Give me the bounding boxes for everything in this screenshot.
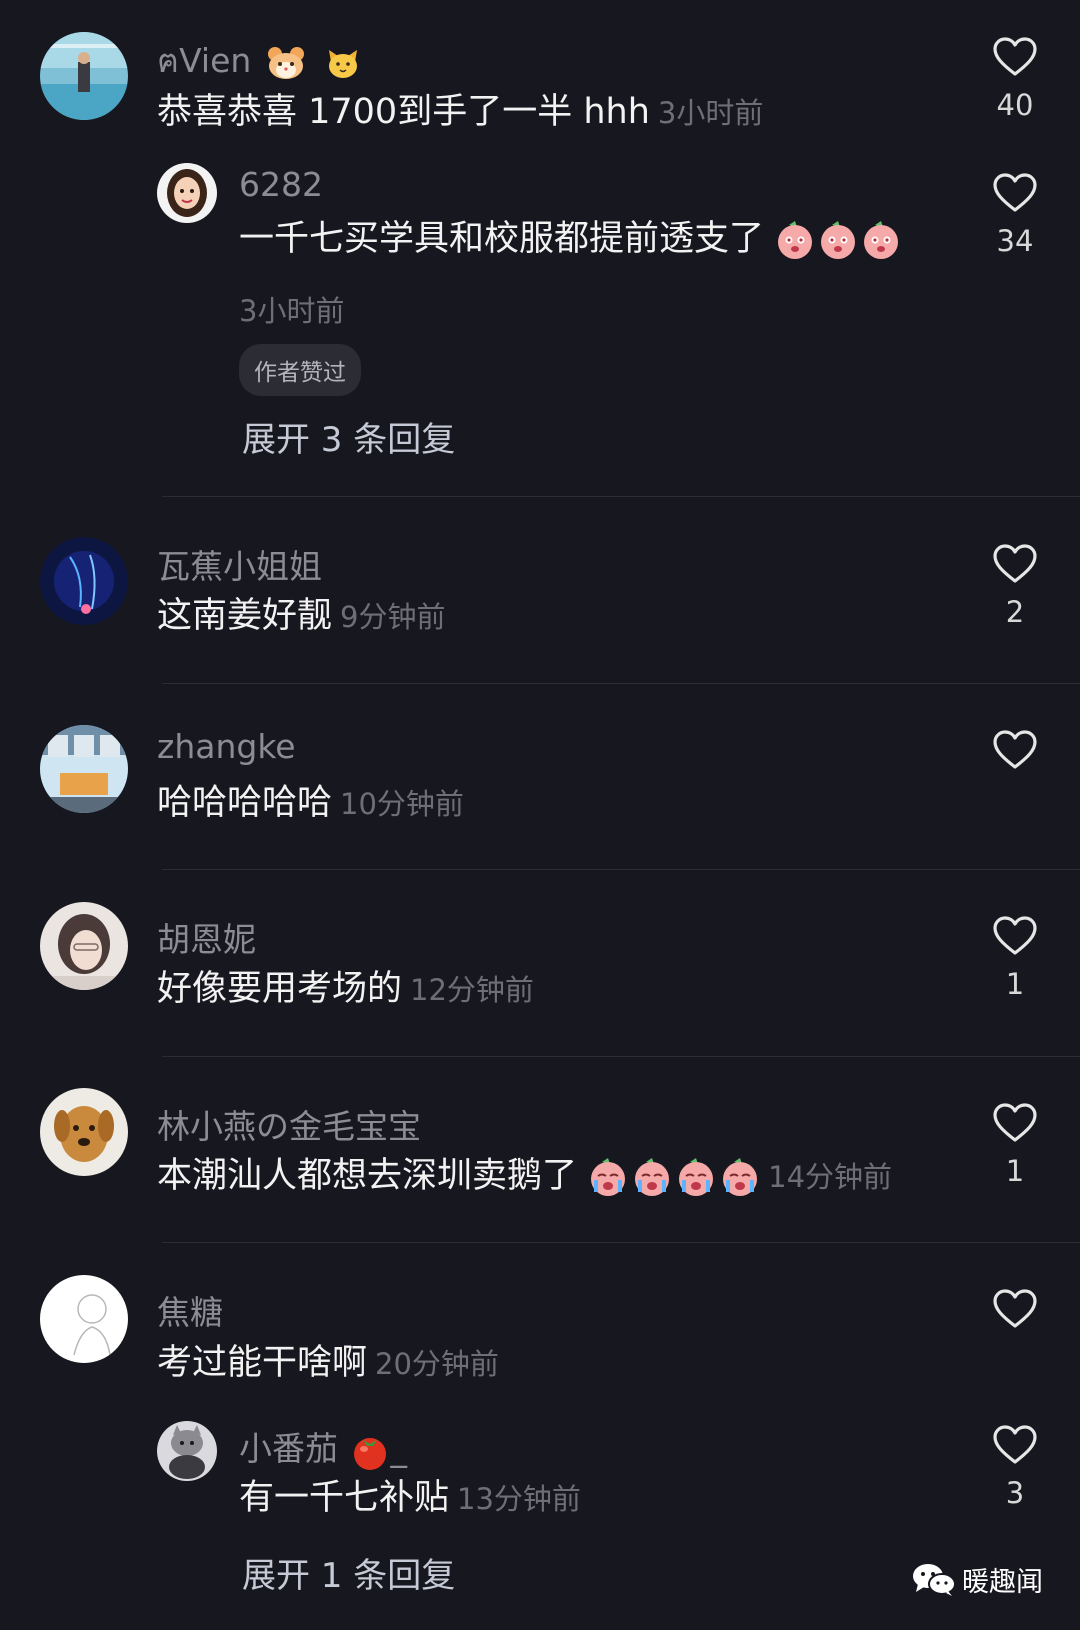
- comment-username[interactable]: 林小燕の金毛宝宝: [157, 1100, 421, 1148]
- comment-text[interactable]: 这南姜好靓 9分钟前: [157, 594, 445, 639]
- comment-body: 考过能干啥啊: [157, 1343, 368, 1383]
- comment-time: 20分钟前: [375, 1347, 499, 1381]
- comment-text[interactable]: 好像要用考场的 12分钟前: [157, 967, 534, 1012]
- comment-username[interactable]: zhangke: [157, 727, 296, 766]
- like-count: 1: [1005, 967, 1025, 1001]
- heart-outline-icon: [993, 1103, 1037, 1142]
- like-count: 2: [1005, 595, 1025, 629]
- avatar[interactable]: [157, 163, 217, 223]
- cat-emoji: [326, 46, 360, 80]
- heart-outline-icon: [993, 37, 1037, 76]
- reply-body: 有一千七补贴: [239, 1478, 450, 1518]
- heart-outline-icon: [993, 1289, 1037, 1328]
- hamster-emoji: [266, 45, 306, 81]
- comment-username[interactable]: 焦糖: [157, 1286, 223, 1334]
- author-liked-badge: 作者赞过: [239, 344, 361, 396]
- like-button[interactable]: 34: [990, 172, 1040, 258]
- comment-text[interactable]: 恭喜恭喜 1700到手了一半 hhh 3小时前: [157, 90, 763, 135]
- reply-username-text[interactable]: 小番茄: [239, 1429, 338, 1468]
- expand-replies-button[interactable]: 展开 1 条回复: [242, 1548, 455, 1597]
- expand-replies-button[interactable]: 展开 3 条回复: [242, 412, 455, 461]
- like-count: 34: [996, 224, 1034, 258]
- avatar[interactable]: [157, 1421, 217, 1481]
- like-button[interactable]: 3: [990, 1424, 1040, 1510]
- like-button[interactable]: 1: [990, 1102, 1040, 1188]
- reply-body: 一千七买学具和校服都提前透支了: [239, 219, 765, 259]
- comment-text[interactable]: 哈哈哈哈哈 10分钟前: [157, 781, 464, 826]
- heart-outline-icon: [993, 916, 1037, 955]
- divider: [162, 683, 1080, 684]
- comment-body: 哈哈哈哈哈: [157, 783, 333, 823]
- reply-username[interactable]: 小番茄 _: [239, 1422, 407, 1471]
- reply-text[interactable]: 一千七买学具和校服都提前透支了: [239, 217, 903, 261]
- like-count: 1: [1005, 1154, 1025, 1188]
- avatar[interactable]: [40, 1275, 128, 1363]
- avatar[interactable]: [40, 1088, 128, 1176]
- comment-username[interactable]: 瓦蕉小姐姐: [157, 540, 322, 588]
- heart-outline-icon: [993, 544, 1037, 583]
- peach-emoji: [775, 219, 903, 261]
- wechat-icon: [912, 1562, 956, 1598]
- comment-text[interactable]: 考过能干啥啊 20分钟前: [157, 1341, 499, 1386]
- comment-time: 9分钟前: [340, 600, 446, 634]
- like-count: 40: [996, 88, 1034, 122]
- username-text[interactable]: ฅVien: [157, 41, 251, 80]
- crying-peach-emoji: [588, 1156, 760, 1198]
- comment-time: 12分钟前: [410, 973, 534, 1007]
- comment-time: 14分钟前: [768, 1160, 893, 1194]
- comment-body: 这南姜好靓: [157, 596, 333, 636]
- reply-text[interactable]: 有一千七补贴 13分钟前: [239, 1476, 581, 1521]
- like-button[interactable]: [990, 1288, 1040, 1340]
- comment-username[interactable]: 胡恩妮: [157, 913, 256, 961]
- comment-username[interactable]: ฅVien: [157, 34, 360, 87]
- comment-time: 3小时前: [657, 96, 764, 130]
- avatar[interactable]: [40, 537, 128, 625]
- avatar[interactable]: [40, 725, 128, 813]
- comment-list: ฅVien 恭喜恭喜 1700到手了一半 hhh 3小时前 40 6282 一千…: [0, 0, 1080, 1630]
- comment-body: 好像要用考场的: [157, 969, 403, 1009]
- comment-body: 恭喜恭喜 1700到手了一半 hhh: [157, 92, 650, 132]
- divider: [162, 869, 1080, 870]
- comment-text[interactable]: 本潮汕人都想去深圳卖鹅了 14分钟前: [157, 1154, 892, 1199]
- heart-outline-icon: [993, 1425, 1037, 1464]
- like-button[interactable]: [990, 729, 1040, 781]
- tomato-emoji: [349, 1431, 391, 1471]
- avatar[interactable]: [40, 32, 128, 120]
- divider: [162, 1242, 1080, 1243]
- divider: [162, 1056, 1080, 1057]
- comment-time: 10分钟前: [340, 787, 464, 821]
- comment-body: 本潮汕人都想去深圳卖鹅了: [157, 1156, 578, 1196]
- reply-username[interactable]: 6282: [239, 165, 323, 204]
- reply-time: 3小时前: [239, 294, 345, 328]
- avatar[interactable]: [40, 902, 128, 990]
- watermark: 暖趣闻: [912, 1560, 1043, 1599]
- reply-time: 13分钟前: [457, 1482, 581, 1516]
- like-button[interactable]: 40: [990, 36, 1040, 122]
- like-count: 3: [1005, 1476, 1025, 1510]
- heart-outline-icon: [993, 730, 1037, 769]
- divider: [162, 496, 1080, 497]
- heart-outline-icon: [993, 173, 1037, 212]
- like-button[interactable]: 2: [990, 543, 1040, 629]
- reply-username-suffix[interactable]: _: [391, 1429, 408, 1468]
- watermark-text: 暖趣闻: [962, 1567, 1043, 1598]
- like-button[interactable]: 1: [990, 915, 1040, 1001]
